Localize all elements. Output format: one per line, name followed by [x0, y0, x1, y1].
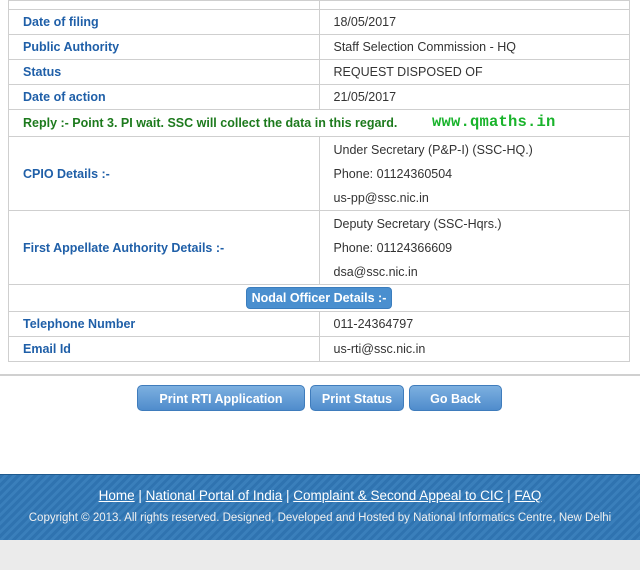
cpio-designation: Under Secretary (P&P-I) (SSC-HQ.) — [333, 142, 533, 157]
footer-separator: | — [282, 488, 294, 503]
label-date-of-filing: Date of filing — [8, 9, 320, 35]
label-date-of-action: Date of action — [8, 84, 320, 110]
footer-link-national-portal[interactable]: National Portal of India — [146, 488, 283, 503]
table-top-row — [8, 1, 630, 10]
footer-separator: | — [503, 488, 515, 503]
footer-link-home[interactable]: Home — [99, 488, 135, 503]
label-status: Status — [8, 59, 320, 85]
row-date-of-filing: Date of filing 18/05/2017 — [8, 9, 630, 35]
footer-copyright: Copyright © 2013. All rights reserved. D… — [28, 512, 612, 524]
value-status: REQUEST DISPOSED OF — [318, 59, 630, 85]
print-status-button[interactable]: Print Status — [310, 385, 404, 411]
row-email: Email Id us-rti@ssc.nic.in — [8, 336, 630, 362]
label-cpio: CPIO Details :- — [8, 136, 320, 211]
footer-links: Home | National Portal of India | Compla… — [0, 488, 640, 503]
go-back-button[interactable]: Go Back — [409, 385, 502, 411]
faa-email: dsa@ssc.nic.in — [333, 264, 418, 279]
row-cpio: CPIO Details :- Under Secretary (P&P-I) … — [8, 136, 630, 211]
row-nodal-header: Nodal Officer Details :- — [8, 284, 630, 312]
value-faa: Deputy Secretary (SSC-Hqrs.) Phone: 0112… — [318, 210, 630, 285]
reply-text: Reply :- Point 3. PI wait. SSC will coll… — [23, 116, 398, 130]
row-telephone: Telephone Number 011-24364797 — [8, 311, 630, 337]
watermark-text: www.qmaths.in — [432, 113, 556, 131]
reply-cell: Reply :- Point 3. PI wait. SSC will coll… — [8, 109, 630, 137]
rti-status-table: Date of filing 18/05/2017 Public Authori… — [8, 0, 630, 362]
value-date-of-action: 21/05/2017 — [318, 84, 630, 110]
print-rti-application-button[interactable]: Print RTI Application — [137, 385, 305, 411]
cpio-email: us-pp@ssc.nic.in — [333, 190, 429, 205]
page-bottom-band — [0, 540, 640, 570]
faa-designation: Deputy Secretary (SSC-Hqrs.) — [333, 216, 502, 231]
nodal-header-cell: Nodal Officer Details :- — [8, 284, 630, 312]
section-divider — [0, 374, 640, 376]
nodal-officer-heading: Nodal Officer Details :- — [245, 287, 393, 309]
faa-phone: Phone: 01124366609 — [333, 240, 453, 255]
value-telephone: 011-24364797 — [318, 311, 630, 337]
row-faa: First Appellate Authority Details :- Dep… — [8, 210, 630, 285]
footer-link-complaint-appeal[interactable]: Complaint & Second Appeal to CIC — [293, 488, 503, 503]
label-public-authority: Public Authority — [8, 34, 320, 60]
cpio-phone: Phone: 01124360504 — [333, 166, 453, 181]
row-status: Status REQUEST DISPOSED OF — [8, 59, 630, 85]
row-reply: Reply :- Point 3. PI wait. SSC will coll… — [8, 109, 630, 137]
label-email: Email Id — [8, 336, 320, 362]
value-public-authority: Staff Selection Commission - HQ — [318, 34, 630, 60]
row-public-authority: Public Authority Staff Selection Commiss… — [8, 34, 630, 60]
value-cpio: Under Secretary (P&P-I) (SSC-HQ.) Phone:… — [318, 136, 630, 211]
footer-link-faq[interactable]: FAQ — [514, 488, 541, 503]
row-date-of-action: Date of action 21/05/2017 — [8, 84, 630, 110]
value-email: us-rti@ssc.nic.in — [318, 336, 630, 362]
value-date-of-filing: 18/05/2017 — [318, 9, 630, 35]
label-telephone: Telephone Number — [8, 311, 320, 337]
site-footer: Home | National Portal of India | Compla… — [0, 474, 640, 541]
footer-separator: | — [134, 488, 146, 503]
label-faa: First Appellate Authority Details :- — [8, 210, 320, 285]
details-table: Date of filing 18/05/2017 Public Authori… — [8, 1, 630, 362]
